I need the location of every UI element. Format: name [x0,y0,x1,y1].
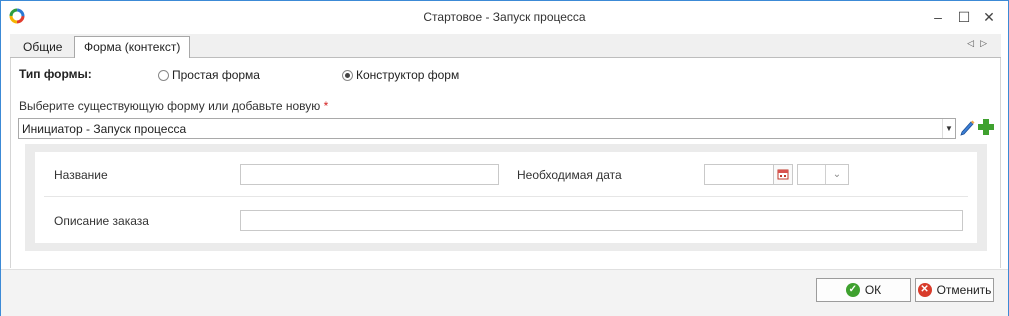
tab-general[interactable]: Общие [13,36,72,58]
radio-simple-form-label: Простая форма [172,68,260,82]
tab-strip: Общие Форма (контекст) ◁▷ [10,34,1001,59]
required-date-field[interactable] [704,164,773,185]
radio-on-icon[interactable] [342,69,353,81]
time-select[interactable]: ⌄ [797,164,849,185]
order-description-field[interactable] [240,210,963,231]
calendar-button[interactable] [773,164,793,185]
chevron-down-icon[interactable]: ⌄ [825,165,848,184]
tab-form-context[interactable]: Форма (контекст) [74,36,191,59]
form-preview-panel: Название Необходимая дата ⌄ Описание зак… [25,144,987,251]
tab-content: Тип формы: Простая форма Конструктор фор… [10,58,1001,268]
form-preview-body: Название Необходимая дата ⌄ Описание зак… [35,152,977,243]
window-title: Стартовое - Запуск процесса [423,10,586,24]
required-date-label: Необходимая дата [517,168,622,182]
cancel-button[interactable]: ✕ Отменить [915,278,994,302]
cancel-x-icon: ✕ [917,283,932,297]
check-icon: ✓ [845,283,860,297]
form-select-combo[interactable]: Инициатор - Запуск процесса ▼ [18,118,956,139]
tab-scroll-right-icon[interactable]: ▷ [980,38,993,48]
pencil-icon[interactable] [959,118,975,136]
row-divider [44,196,968,197]
name-field[interactable] [240,164,499,185]
radio-simple-form[interactable]: Простая форма [158,68,260,82]
radio-form-builder[interactable]: Конструктор форм [342,68,459,82]
dialog-window: Стартовое - Запуск процесса – ☐ ✕ Общие … [0,0,1009,316]
ok-button-label: ОК [864,283,882,297]
order-description-label: Описание заказа [54,214,149,228]
form-type-label: Тип формы: [19,67,92,81]
tab-scroll-arrows[interactable]: ◁▷ [967,38,993,49]
maximize-button[interactable]: ☐ [953,7,975,27]
form-select-label-text: Выберите существующую форму или добавьте… [19,99,321,113]
minimize-button[interactable]: – [927,7,949,27]
add-plus-icon[interactable] [977,118,995,136]
name-label: Название [54,168,108,182]
title-bar: Стартовое - Запуск процесса – ☐ ✕ [1,1,1008,33]
tab-scroll-left-icon[interactable]: ◁ [967,38,980,48]
ok-button[interactable]: ✓ ОК [816,278,911,302]
close-button[interactable]: ✕ [978,7,1000,27]
radio-off-icon[interactable] [158,69,169,81]
cancel-button-label: Отменить [936,283,992,297]
chevron-down-icon[interactable]: ▼ [942,119,955,138]
dialog-footer: ✓ ОК ✕ Отменить [1,269,1008,316]
required-mark: * [323,99,329,113]
form-select-value: Инициатор - Запуск процесса [22,122,187,136]
calendar-icon [777,169,789,180]
radio-form-builder-label: Конструктор форм [356,68,460,82]
form-select-label: Выберите существующую форму или добавьте… [19,99,328,113]
